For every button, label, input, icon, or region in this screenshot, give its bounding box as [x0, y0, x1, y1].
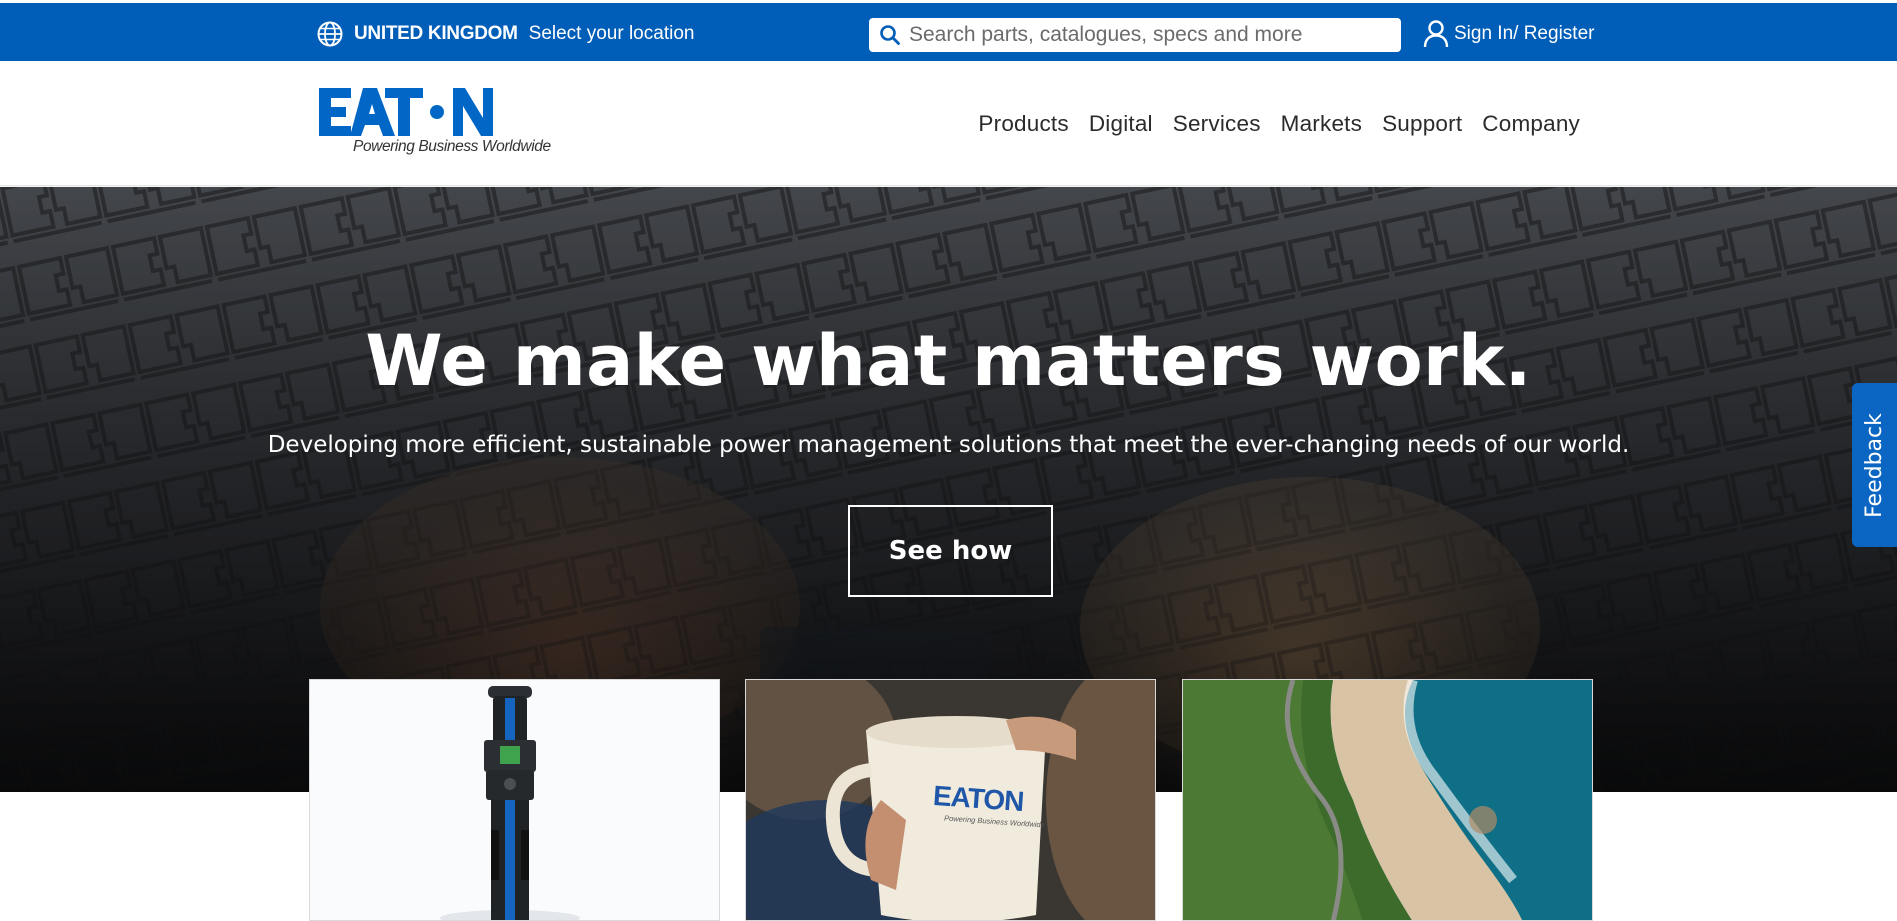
feedback-tab[interactable]: Feedback: [1852, 383, 1897, 547]
search-input[interactable]: [909, 23, 1401, 47]
hero-subtitle: Developing more efficient, sustainable p…: [267, 432, 1630, 458]
mug-logo-text: EATON: [932, 779, 1025, 818]
card-coastal-road[interactable]: [1182, 679, 1593, 921]
ev-charger-image: [440, 686, 580, 920]
nav-services[interactable]: Services: [1173, 111, 1261, 137]
card-ev-charger[interactable]: [309, 679, 720, 921]
coast-image: [1183, 680, 1592, 920]
main-header: Powering Business Worldwide Products Dig…: [0, 61, 1897, 186]
country-label: UNITED KINGDOM: [354, 23, 518, 44]
eaton-wordmark: [319, 88, 493, 136]
sign-in-link[interactable]: Sign In/ Register: [1422, 19, 1594, 49]
location-selector[interactable]: UNITED KINGDOM Select your location: [316, 19, 694, 49]
main-nav: Products Digital Services Markets Suppor…: [958, 111, 1580, 137]
see-how-button[interactable]: See how: [848, 505, 1053, 597]
nav-company[interactable]: Company: [1482, 111, 1580, 137]
search-box: [869, 18, 1401, 52]
globe-icon: [317, 21, 343, 47]
nav-products[interactable]: Products: [978, 111, 1068, 137]
user-icon: [1423, 20, 1449, 48]
select-location-link[interactable]: Select your location: [529, 23, 695, 45]
sign-in-label: Sign In/ Register: [1454, 23, 1595, 44]
logo-tagline: Powering Business Worldwide: [353, 138, 551, 155]
feedback-label: Feedback: [1862, 412, 1887, 518]
hero-title: We make what matters work.: [365, 320, 1532, 402]
search-icon[interactable]: [879, 24, 901, 46]
utility-bar: UNITED KINGDOM Select your location Sign…: [0, 0, 1897, 61]
card-eaton-mug[interactable]: EATON Powering Business Worldwide: [745, 679, 1156, 921]
nav-support[interactable]: Support: [1382, 111, 1462, 137]
nav-markets[interactable]: Markets: [1281, 111, 1362, 137]
nav-digital[interactable]: Digital: [1089, 111, 1153, 137]
